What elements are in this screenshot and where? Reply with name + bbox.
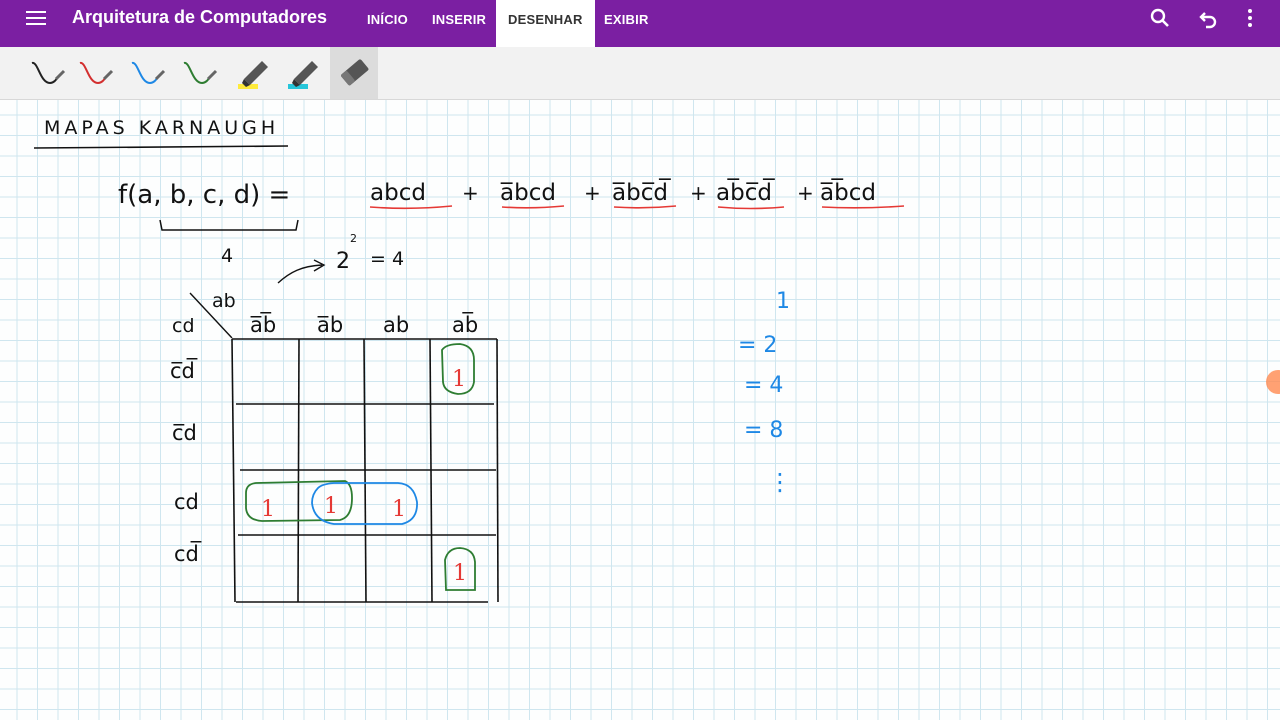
function-lhs: f(a, b, c, d) = [118,180,290,210]
app-header: Arquitetura de Computadores INÍCIO INSER… [0,0,1280,47]
tab-desenhar[interactable]: DESENHAR [496,0,595,47]
plus-2: + [584,181,601,205]
pen-red-icon[interactable] [74,53,118,93]
kmap-row-header-3: cd [174,490,199,514]
kmap-row-header-1: c̅d̅ [170,357,198,383]
variable-count: 4 [221,245,233,267]
kmap-cell-one: 1 [261,497,275,522]
title-underline [33,145,289,149]
kmap-row-header-4: cd̅ [174,540,202,566]
kmap-col-header-4: ab̅ [452,311,478,337]
highlighter-yellow-icon[interactable] [230,53,274,93]
hamburger-menu-icon[interactable] [26,11,46,27]
scroll-handle[interactable] [1266,370,1280,394]
kmap-cell-one: 1 [392,497,406,522]
handwritten-notes: MAPAS KARNAUGH f(a, b, c, d) = abcd + a̅… [33,117,1280,603]
term-underlines [369,205,905,210]
eraser-icon[interactable] [330,47,378,99]
plus-1: + [462,181,479,205]
term-1: abcd [370,180,426,206]
side-value-3: = 4 [744,373,783,398]
kmap-col-header-3: ab [383,313,409,337]
variables-brace [159,219,299,231]
kmap-cell-one: 1 [324,494,338,519]
term-2: a̅bcd [500,180,556,206]
kmap-corner-cd: cd [172,315,195,337]
arrow-line [277,264,323,284]
side-value-1: 1 [776,289,790,314]
term-3: a̅bc̅d̅ [612,178,672,206]
tab-inicio[interactable]: INÍCIO [367,12,408,27]
power-base: 2 [336,249,350,274]
search-icon[interactable] [1148,6,1172,30]
drawing-canvas[interactable]: MAPAS KARNAUGH f(a, b, c, d) = abcd + a̅… [0,100,1280,720]
term-4: ab̅c̅d̅ [716,178,776,206]
tab-exibir[interactable]: EXIBIR [604,12,649,27]
undo-icon[interactable] [1196,6,1220,30]
pen-black-icon[interactable] [26,53,70,93]
tab-inserir[interactable]: INSERIR [432,12,486,27]
kmap-row-header-2: c̅d [172,421,197,445]
more-vert-icon[interactable] [1238,6,1262,30]
plus-3: + [690,181,707,205]
term-5: a̅b̅cd [820,178,876,206]
kmap-cell-one: 1 [453,561,467,586]
pen-green-icon[interactable] [178,53,222,93]
kmap-col-header-2: a̅b [317,313,343,337]
notebook-title: Arquitetura de Computadores [72,7,328,27]
kmap-corner-ab: ab [212,290,236,312]
plus-4: + [797,181,814,205]
kmap-col-header-1: a̅b̅ [250,311,276,337]
power-exponent: 2 [350,232,357,245]
pen-blue-icon[interactable] [126,53,170,93]
kmap-cell-one: 1 [452,367,466,392]
power-result: = 4 [370,248,404,270]
side-ellipsis: ⋮ [768,468,792,496]
side-value-2: = 2 [738,333,777,358]
draw-toolbar [0,47,1280,100]
highlighter-cyan-icon[interactable] [280,53,324,93]
side-value-4: = 8 [744,418,783,443]
note-title: MAPAS KARNAUGH [44,117,279,139]
